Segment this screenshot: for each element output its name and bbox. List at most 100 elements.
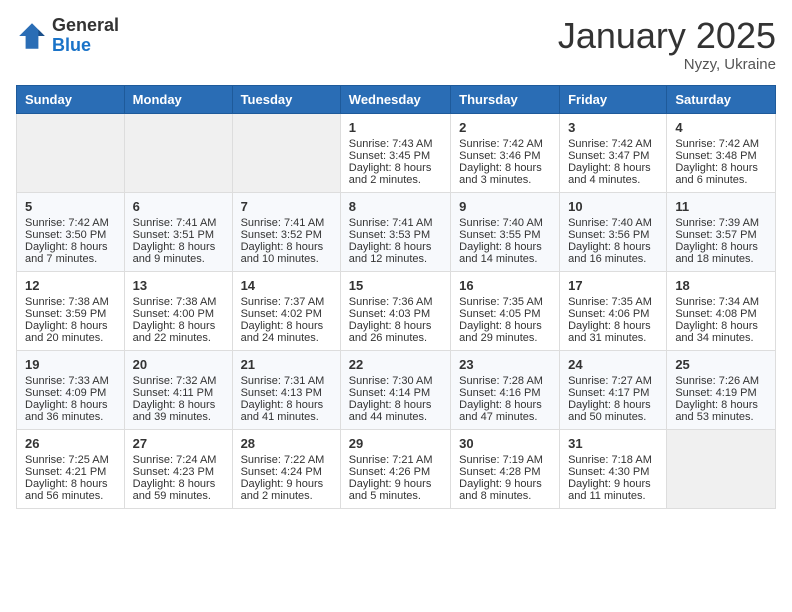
calendar-cell: 9Sunrise: 7:40 AMSunset: 3:55 PMDaylight… [451, 192, 560, 271]
day-number: 10 [568, 199, 658, 214]
calendar-cell: 2Sunrise: 7:42 AMSunset: 3:46 PMDaylight… [451, 113, 560, 192]
daylight-text: Daylight: 8 hours and 44 minutes. [349, 399, 442, 423]
location: Nyzy, Ukraine [558, 56, 776, 73]
calendar-cell: 26Sunrise: 7:25 AMSunset: 4:21 PMDayligh… [17, 429, 125, 508]
daylight-text: Daylight: 8 hours and 12 minutes. [349, 241, 442, 265]
daylight-text: Daylight: 8 hours and 6 minutes. [675, 162, 767, 186]
daylight-text: Daylight: 8 hours and 9 minutes. [133, 241, 224, 265]
day-number: 28 [241, 436, 332, 451]
day-number: 25 [675, 357, 767, 372]
sunrise-text: Sunrise: 7:27 AM [568, 375, 658, 387]
daylight-text: Daylight: 8 hours and 3 minutes. [459, 162, 551, 186]
day-number: 21 [241, 357, 332, 372]
calendar-cell: 1Sunrise: 7:43 AMSunset: 3:45 PMDaylight… [340, 113, 450, 192]
sunrise-text: Sunrise: 7:22 AM [241, 454, 332, 466]
daylight-text: Daylight: 9 hours and 2 minutes. [241, 478, 332, 502]
calendar-body: 1Sunrise: 7:43 AMSunset: 3:45 PMDaylight… [17, 113, 776, 508]
sunrise-text: Sunrise: 7:30 AM [349, 375, 442, 387]
weekday-header-tuesday: Tuesday [232, 85, 340, 113]
daylight-text: Daylight: 8 hours and 39 minutes. [133, 399, 224, 423]
day-number: 8 [349, 199, 442, 214]
daylight-text: Daylight: 8 hours and 22 minutes. [133, 320, 224, 344]
daylight-text: Daylight: 8 hours and 36 minutes. [25, 399, 116, 423]
day-number: 31 [568, 436, 658, 451]
day-number: 1 [349, 120, 442, 135]
day-number: 18 [675, 278, 767, 293]
sunrise-text: Sunrise: 7:37 AM [241, 296, 332, 308]
daylight-text: Daylight: 8 hours and 16 minutes. [568, 241, 658, 265]
sunset-text: Sunset: 4:11 PM [133, 387, 224, 399]
week-row-1: 1Sunrise: 7:43 AMSunset: 3:45 PMDaylight… [17, 113, 776, 192]
day-number: 13 [133, 278, 224, 293]
weekday-header-monday: Monday [124, 85, 232, 113]
calendar-cell: 4Sunrise: 7:42 AMSunset: 3:48 PMDaylight… [667, 113, 776, 192]
sunrise-text: Sunrise: 7:41 AM [349, 217, 442, 229]
calendar-cell: 28 Sunrise: 7:22 AMSunset: 4:24 PMDayligh… [232, 429, 340, 508]
calendar-cell: 30Sunrise: 7:19 AMSunset: 4:28 PMDayligh… [451, 429, 560, 508]
sunset-text: Sunset: 3:53 PM [349, 229, 442, 241]
daylight-text: Daylight: 9 hours and 5 minutes. [349, 478, 442, 502]
sunrise-text: Sunrise: 7:38 AM [133, 296, 224, 308]
calendar-cell: 25Sunrise: 7:26 AMSunset: 4:19 PMDayligh… [667, 350, 776, 429]
sunrise-text: Sunrise: 7:41 AM [241, 217, 332, 229]
calendar-cell: 20 Sunrise: 7:32 AMSunset: 4:11 PMDayligh… [124, 350, 232, 429]
calendar-cell [232, 113, 340, 192]
day-number: 17 [568, 278, 658, 293]
sunset-text: Sunset: 4:03 PM [349, 308, 442, 320]
daylight-text: Daylight: 8 hours and 31 minutes. [568, 320, 658, 344]
day-number: 22 [349, 357, 442, 372]
sunrise-text: Sunrise: 7:41 AM [133, 217, 224, 229]
sunset-text: Sunset: 3:51 PM [133, 229, 224, 241]
sunrise-text: Sunrise: 7:39 AM [675, 217, 767, 229]
calendar-cell: 8 Sunrise: 7:41 AMSunset: 3:53 PMDaylight… [340, 192, 450, 271]
daylight-text: Daylight: 8 hours and 24 minutes. [241, 320, 332, 344]
sunset-text: Sunset: 3:47 PM [568, 150, 658, 162]
day-number: 5 [25, 199, 116, 214]
sunrise-text: Sunrise: 7:35 AM [459, 296, 551, 308]
calendar-cell: 21Sunrise: 7:31 AMSunset: 4:13 PMDayligh… [232, 350, 340, 429]
sunrise-text: Sunrise: 7:34 AM [675, 296, 767, 308]
daylight-text: Daylight: 8 hours and 14 minutes. [459, 241, 551, 265]
sunset-text: Sunset: 4:21 PM [25, 466, 116, 478]
daylight-text: Daylight: 8 hours and 18 minutes. [675, 241, 767, 265]
daylight-text: Daylight: 9 hours and 11 minutes. [568, 478, 658, 502]
daylight-text: Daylight: 8 hours and 47 minutes. [459, 399, 551, 423]
day-number: 20 [133, 357, 224, 372]
sunset-text: Sunset: 4:16 PM [459, 387, 551, 399]
week-row-2: 5Sunrise: 7:42 AMSunset: 3:50 PMDaylight… [17, 192, 776, 271]
sunset-text: Sunset: 3:52 PM [241, 229, 332, 241]
page-header: General Blue January 2025 Nyzy, Ukraine [16, 16, 776, 73]
sunset-text: Sunset: 4:09 PM [25, 387, 116, 399]
sunset-text: Sunset: 4:05 PM [459, 308, 551, 320]
calendar-cell: 31Sunrise: 7:18 AMSunset: 4:30 PMDayligh… [560, 429, 667, 508]
sunrise-text: Sunrise: 7:32 AM [133, 375, 224, 387]
sunset-text: Sunset: 3:45 PM [349, 150, 442, 162]
day-number: 15 [349, 278, 442, 293]
sunset-text: Sunset: 4:06 PM [568, 308, 658, 320]
daylight-text: Daylight: 8 hours and 2 minutes. [349, 162, 442, 186]
weekday-header-thursday: Thursday [451, 85, 560, 113]
calendar-cell: 3Sunrise: 7:42 AMSunset: 3:47 PMDaylight… [560, 113, 667, 192]
sunrise-text: Sunrise: 7:42 AM [25, 217, 116, 229]
month-title: January 2025 [558, 16, 776, 56]
daylight-text: Daylight: 8 hours and 26 minutes. [349, 320, 442, 344]
sunset-text: Sunset: 4:13 PM [241, 387, 332, 399]
day-number: 11 [675, 199, 767, 214]
daylight-text: Daylight: 8 hours and 59 minutes. [133, 478, 224, 502]
week-row-5: 26Sunrise: 7:25 AMSunset: 4:21 PMDayligh… [17, 429, 776, 508]
sunset-text: Sunset: 3:57 PM [675, 229, 767, 241]
weekday-header-friday: Friday [560, 85, 667, 113]
sunset-text: Sunset: 3:46 PM [459, 150, 551, 162]
sunset-text: Sunset: 3:56 PM [568, 229, 658, 241]
sunset-text: Sunset: 4:24 PM [241, 466, 332, 478]
weekday-header-row: SundayMondayTuesdayWednesdayThursdayFrid… [17, 85, 776, 113]
calendar-cell: 14Sunrise: 7:37 AMSunset: 4:02 PMDayligh… [232, 271, 340, 350]
day-number: 19 [25, 357, 116, 372]
calendar-cell: 5Sunrise: 7:42 AMSunset: 3:50 PMDaylight… [17, 192, 125, 271]
calendar-cell: 16Sunrise: 7:35 AMSunset: 4:05 PMDayligh… [451, 271, 560, 350]
calendar-cell [667, 429, 776, 508]
day-number: 2 [459, 120, 551, 135]
day-number: 27 [133, 436, 224, 451]
day-number: 16 [459, 278, 551, 293]
daylight-text: Daylight: 8 hours and 53 minutes. [675, 399, 767, 423]
